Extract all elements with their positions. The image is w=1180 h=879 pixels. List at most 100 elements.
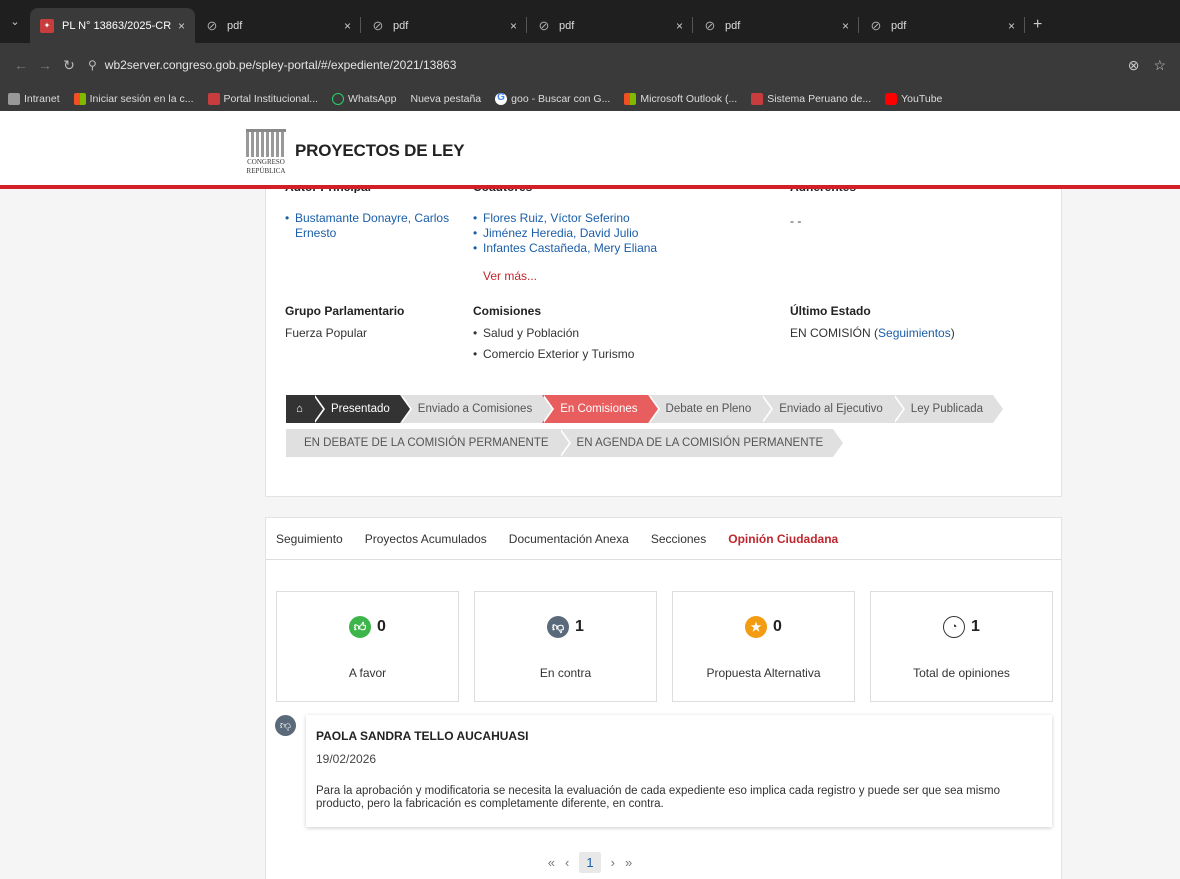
bookmark-item[interactable]: Sistema Peruano de... (751, 93, 871, 105)
status-stepper-row2: EN DEBATE DE LA COMISIÓN PERMANENTE EN A… (286, 429, 843, 457)
tab-close-icon[interactable]: × (1008, 19, 1015, 33)
step-en-comisiones[interactable]: En Comisiones (542, 395, 660, 423)
step-enviado-comisiones[interactable]: Enviado a Comisiones (399, 395, 555, 423)
ver-mas-link[interactable]: Ver más... (483, 269, 537, 283)
stat-count: 0 (773, 618, 782, 635)
grupo-value: Fuerza Popular (285, 326, 368, 340)
comision-item: Salud y Población (473, 326, 713, 341)
tab-secciones[interactable]: Secciones (651, 532, 706, 546)
pagination: « ‹ 1 › » (0, 852, 1180, 873)
bookmark-item[interactable]: Nueva pestaña (411, 93, 482, 105)
comisiones-list: Salud y Población Comercio Exterior y Tu… (473, 326, 713, 362)
bookmarks-bar: Intranet Iniciar sesión en la c... Porta… (0, 87, 1180, 111)
stat-count: 1 (971, 618, 980, 635)
tab-close-icon[interactable]: × (676, 19, 683, 33)
current-page[interactable]: 1 (579, 852, 601, 873)
stat-total-opiniones: ◔ 1 Total de opiniones (870, 591, 1053, 702)
coautores-list: Flores Ruiz, Víctor Seferino Jiménez Her… (473, 211, 693, 256)
coautor-link[interactable]: Jiménez Heredia, David Julio (473, 226, 693, 241)
tab-documentacion-anexa[interactable]: Documentación Anexa (509, 532, 629, 546)
bookmark-item[interactable]: WhatsApp (332, 93, 397, 105)
tab-close-icon[interactable]: × (510, 19, 517, 33)
stat-en-contra: 👎︎ 1 En contra (474, 591, 657, 702)
browser-tab[interactable]: ⊘ pdf × (693, 8, 859, 43)
step-ley-publicada[interactable]: Ley Publicada (892, 395, 1004, 423)
congress-building-icon (246, 129, 286, 157)
tab-title: pdf (725, 19, 741, 32)
step-debate-comision-permanente[interactable]: EN DEBATE DE LA COMISIÓN PERMANENTE (286, 429, 571, 457)
last-page-button[interactable]: » (625, 855, 632, 870)
status-stepper: ⌂ Presentado Enviado a Comisiones En Com… (286, 395, 1004, 423)
tab-proyectos-acumulados[interactable]: Proyectos Acumulados (365, 532, 487, 546)
coautor-link[interactable]: Infantes Castañeda, Mery Eliana (473, 241, 693, 256)
tab-opinion-ciudadana[interactable]: Opinión Ciudadana (728, 532, 838, 546)
youtube-icon (885, 93, 898, 105)
thumbs-down-icon: 👎︎ (275, 715, 296, 736)
tab-close-icon[interactable]: × (178, 19, 185, 33)
next-page-button[interactable]: › (611, 855, 615, 870)
bookmark-item[interactable]: Iniciar sesión en la c... (73, 93, 194, 105)
logo-text: CONGRESO (247, 158, 285, 166)
site-settings-icon[interactable]: ⚲ (88, 58, 97, 72)
bookmark-item[interactable]: YouTube (885, 93, 942, 105)
browser-tab[interactable]: ⊘ pdf × (361, 8, 527, 43)
first-page-button[interactable]: « (548, 855, 555, 870)
step-agenda-comision-permanente[interactable]: EN AGENDA DE LA COMISIÓN PERMANENTE (558, 429, 843, 457)
tab-title: pdf (891, 19, 907, 32)
forward-arrow-icon[interactable]: → (34, 57, 56, 73)
globe-icon: ⊘ (538, 17, 550, 33)
whatsapp-icon (332, 93, 345, 105)
prev-page-button[interactable]: ‹ (565, 855, 569, 870)
new-tab-button[interactable]: + (1025, 6, 1042, 43)
step-presentado[interactable]: Presentado (312, 395, 412, 423)
stat-label: Propuesta Alternativa (706, 666, 821, 680)
tab-close-icon[interactable]: × (344, 19, 351, 33)
tab-close-icon[interactable]: × (842, 19, 849, 33)
stat-label: A favor (348, 666, 387, 680)
estado-value: EN COMISIÓN (Seguimientos) (790, 326, 955, 340)
home-icon: ⌂ (296, 403, 303, 415)
site-header: CONGRESO REPÚBLICA PROYECTOS DE LEY (0, 111, 1180, 189)
seguimientos-link[interactable]: Seguimientos (878, 326, 951, 340)
stat-label: Total de opiniones (913, 666, 1010, 680)
reload-icon[interactable]: ↻ (58, 57, 80, 74)
tab-seguimiento[interactable]: Seguimiento (276, 532, 343, 546)
autor-link[interactable]: Bustamante Donayre, Carlos Ernesto (285, 211, 455, 241)
tab-search-chevron-icon[interactable]: ⌄ (0, 0, 30, 43)
eye-off-icon[interactable]: ⊗ (1128, 57, 1140, 74)
globe-icon: ⊘ (206, 17, 218, 33)
opinion-comment: PAOLA SANDRA TELLO AUCAHUASI 19/02/2026 … (306, 715, 1052, 827)
address-bar[interactable]: ⚲ wb2server.congreso.gob.pe/spley-portal… (88, 50, 1128, 80)
bookmark-item[interactable]: goo - Buscar con G... (495, 92, 610, 105)
browser-toolbar: ← → ↻ ⚲ wb2server.congreso.gob.pe/spley-… (0, 43, 1180, 87)
bookmark-item[interactable]: Microsoft Outlook (... (624, 93, 737, 105)
step-debate-pleno[interactable]: Debate en Pleno (647, 395, 773, 423)
comment-author: PAOLA SANDRA TELLO AUCAHUASI (316, 729, 529, 743)
intranet-icon (8, 93, 20, 105)
adherentes-value: - - (790, 214, 802, 228)
star-icon: ★ (745, 616, 768, 638)
globe-icon: ⊘ (870, 17, 882, 33)
browser-tab-active[interactable]: ✦ PL N° 13863/2025-CR × (30, 8, 195, 43)
stat-count: 1 (575, 618, 584, 635)
bookmark-star-icon[interactable]: ☆ (1153, 57, 1166, 74)
estado-label: Último Estado (790, 304, 871, 318)
bookmark-item[interactable]: Intranet (8, 93, 60, 105)
coautor-link[interactable]: Flores Ruiz, Víctor Seferino (473, 211, 693, 226)
microsoft-icon (624, 93, 637, 105)
globe-icon: ⊘ (372, 17, 384, 33)
step-enviado-ejecutivo[interactable]: Enviado al Ejecutivo (761, 395, 905, 423)
bookmark-item[interactable]: Portal Institucional... (207, 93, 318, 105)
thumbs-down-icon: 👎︎ (547, 616, 570, 638)
back-arrow-icon[interactable]: ← (10, 57, 32, 73)
browser-tab[interactable]: ⊘ pdf × (195, 8, 361, 43)
browser-tab[interactable]: ⊘ pdf × (859, 8, 1025, 43)
congreso-logo[interactable]: CONGRESO REPÚBLICA (245, 129, 287, 184)
browser-tab[interactable]: ⊘ pdf × (527, 8, 693, 43)
tab-title: pdf (559, 19, 575, 32)
step-home[interactable]: ⌂ (286, 395, 325, 423)
url-text: wb2server.congreso.gob.pe/spley-portal/#… (104, 58, 457, 72)
comision-item: Comercio Exterior y Turismo (473, 347, 713, 362)
stat-propuesta-alternativa: ★ 0 Propuesta Alternativa (672, 591, 855, 702)
congress-crest-icon: ✦ (40, 18, 54, 33)
